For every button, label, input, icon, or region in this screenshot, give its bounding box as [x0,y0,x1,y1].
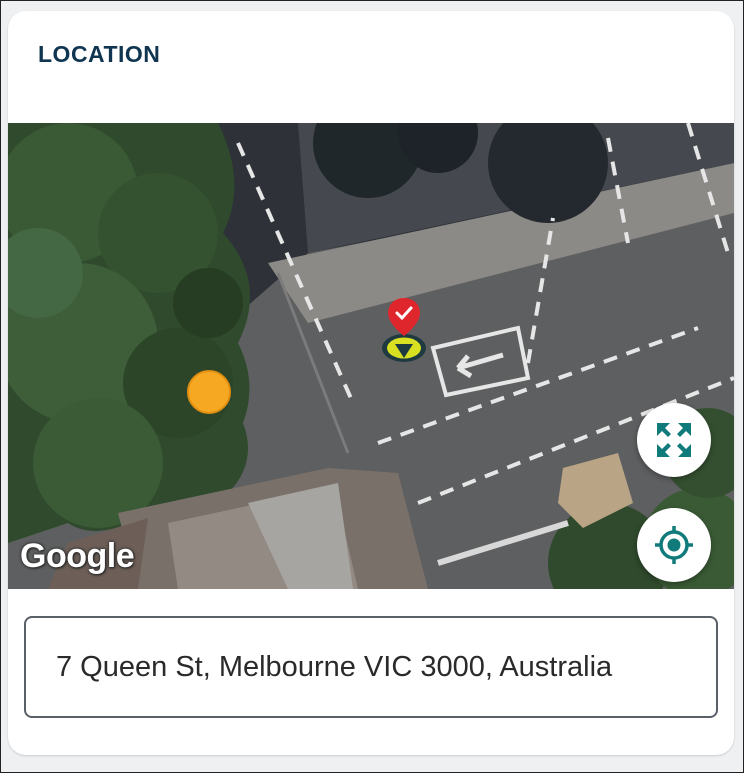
satellite-imagery [8,123,734,589]
expand-arrows-icon [657,423,691,457]
screen-frame: LOCATION Google 7 Queen St, Melbourne VI… [0,0,744,773]
location-pin-icon[interactable] [380,296,428,364]
address-text: 7 Queen St, Melbourne VIC 3000, Australi… [56,650,613,683]
current-position-marker[interactable] [187,370,231,414]
expand-map-button[interactable] [637,403,711,477]
map-view[interactable]: Google [8,123,734,589]
card-title: LOCATION [38,41,161,67]
my-location-button[interactable] [637,508,711,582]
location-card: LOCATION Google 7 Queen St, Melbourne VI… [8,11,734,755]
address-field[interactable]: 7 Queen St, Melbourne VIC 3000, Australi… [24,616,718,718]
crosshair-target-icon [655,526,693,564]
google-logo: Google [20,537,135,575]
